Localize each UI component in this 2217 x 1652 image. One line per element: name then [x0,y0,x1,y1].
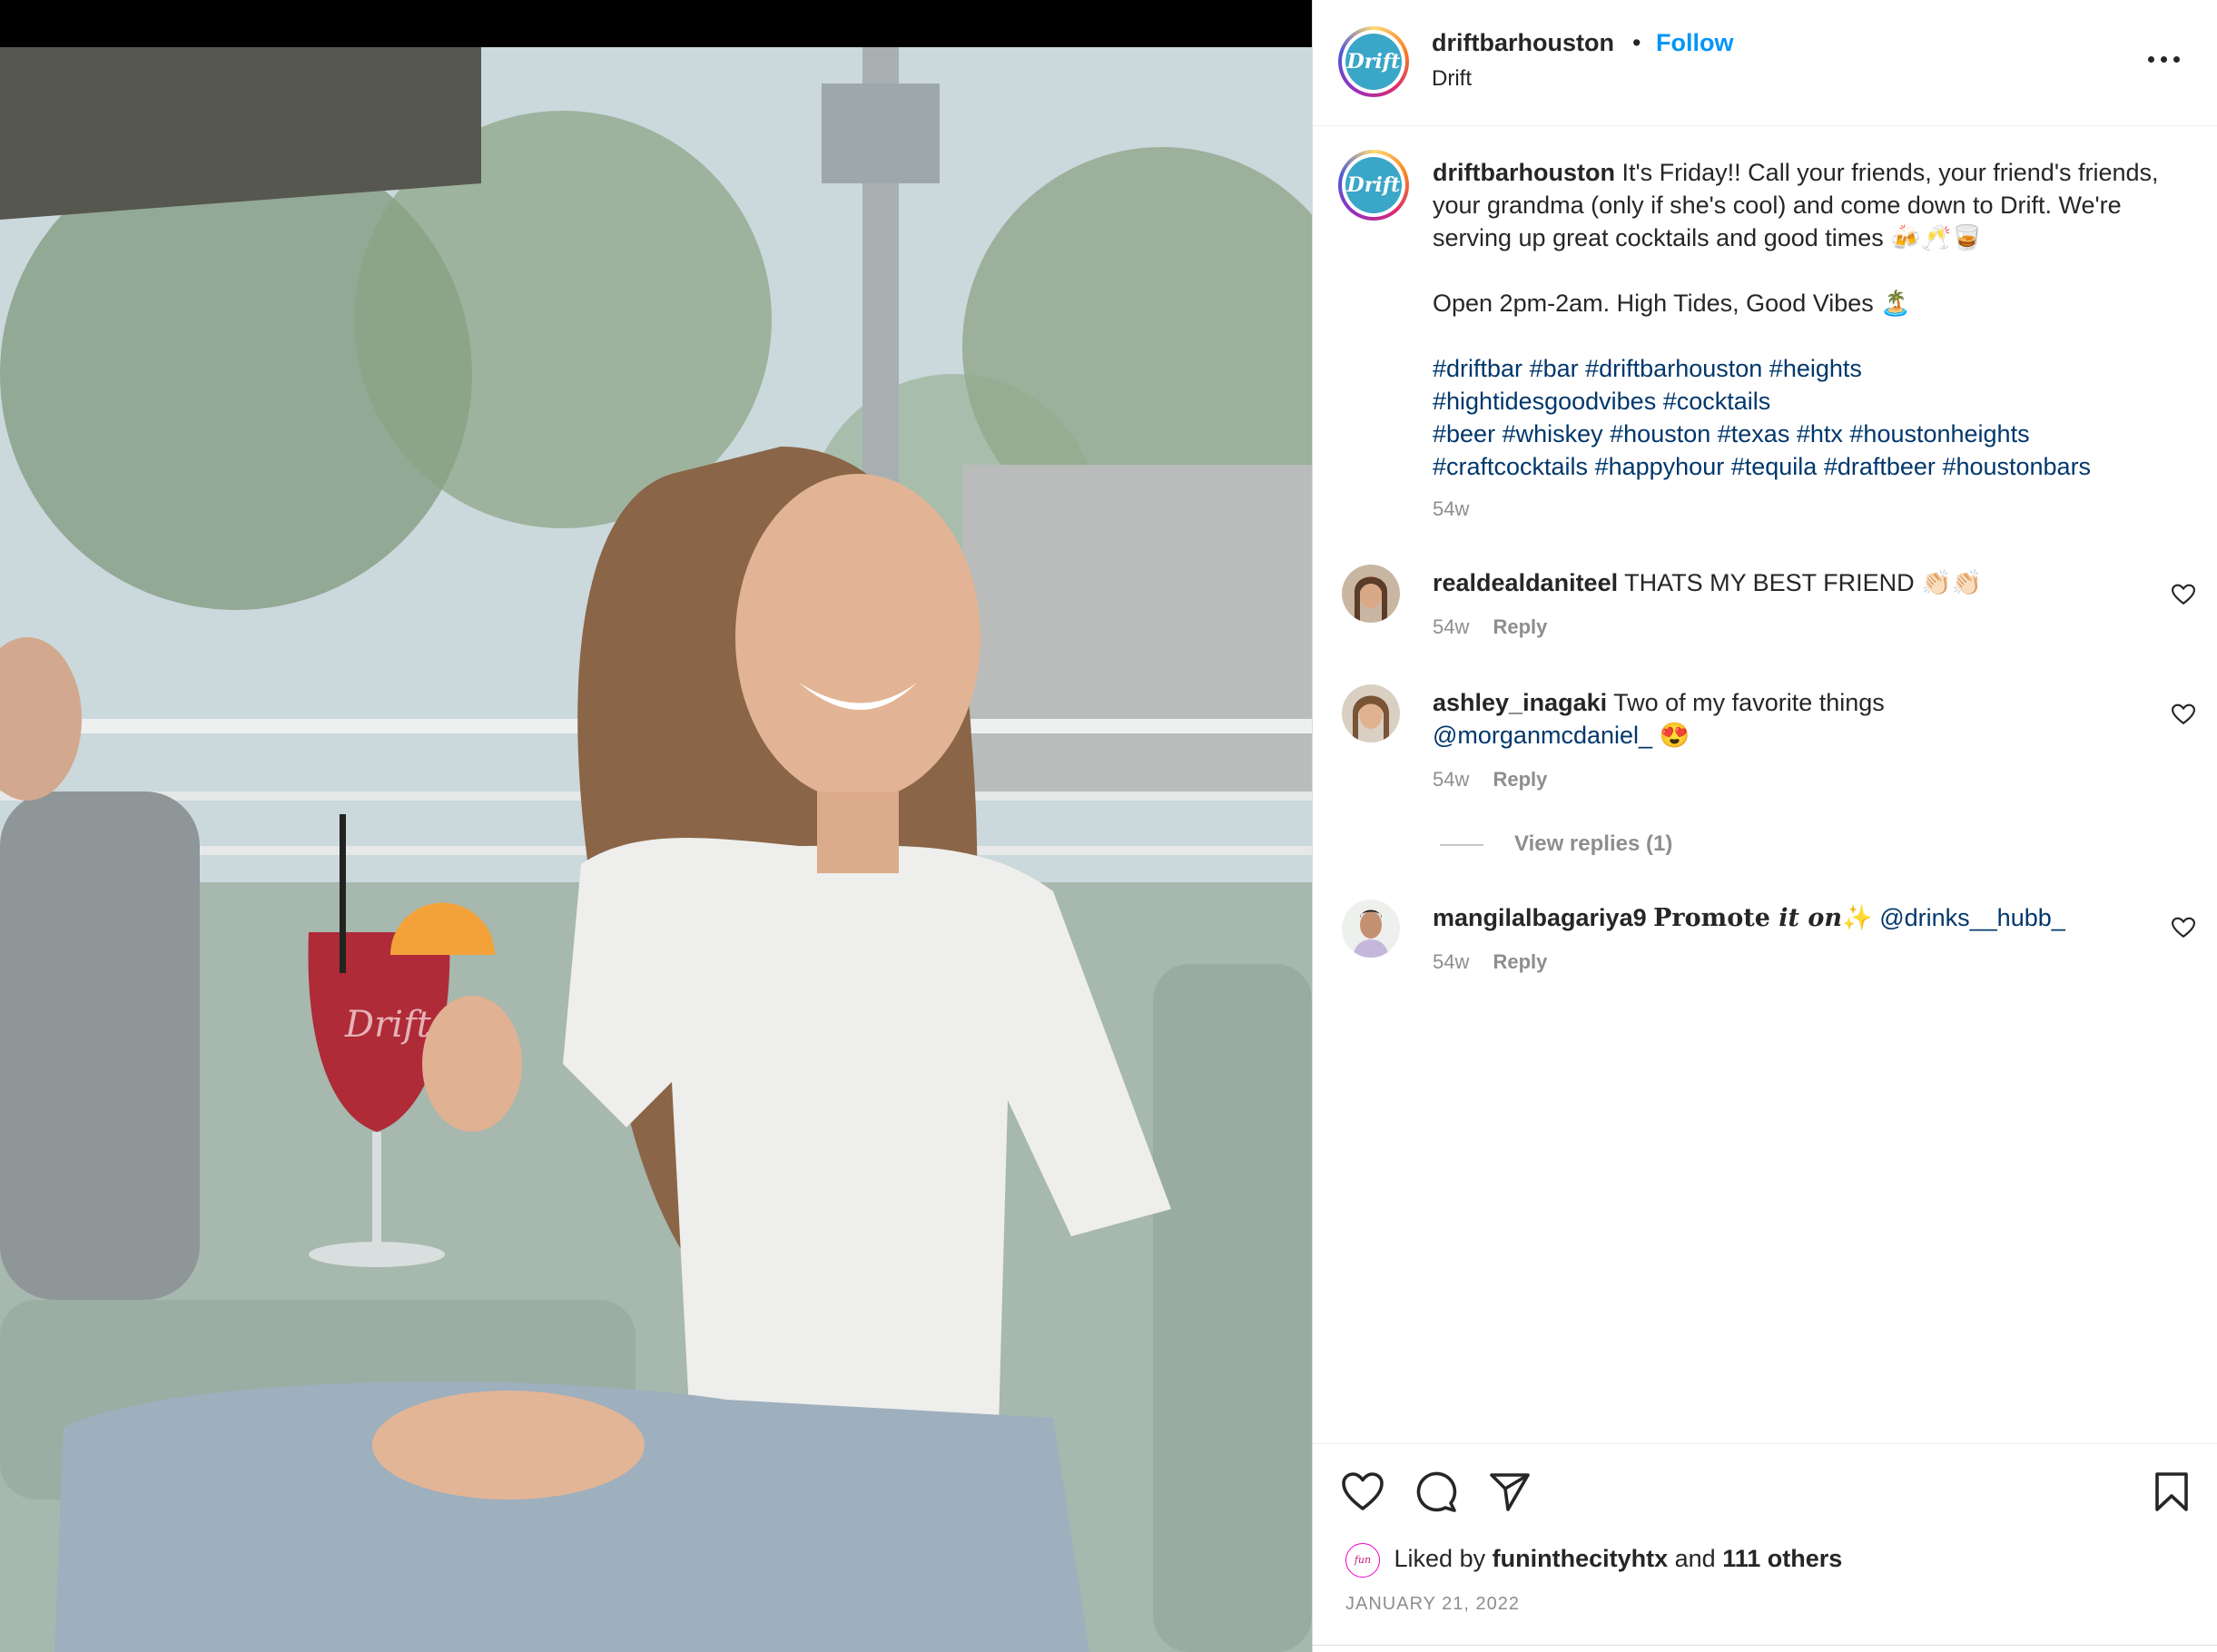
comment-text: THATS MY BEST FRIEND 👏🏻👏🏻 [1624,569,1983,596]
comment-text: Two of my favorite things [1613,689,1885,716]
more-options-icon[interactable] [2148,56,2181,64]
hashtag[interactable]: #hightidesgoodvibes [1433,388,1656,415]
actions-divider [1313,1443,2217,1444]
bottom-border [1313,1645,2217,1646]
header-divider [1313,125,2217,126]
hashtag[interactable]: #cocktails [1663,388,1771,415]
comment-mention[interactable]: @morganmcdaniel_ [1433,722,1652,749]
hashtag[interactable]: #heights [1769,355,1862,382]
like-heart-icon[interactable] [1341,1470,1384,1512]
likes-summary: fun Liked by funinthecityhtx and 111 oth… [1345,1543,1842,1578]
hashtag-line: #beer #whiskey #houston #texas #htx #hou… [1433,418,2186,450]
author-username[interactable]: driftbarhouston [1432,29,1614,57]
like-comment-heart-icon[interactable] [2172,917,2195,939]
bookmark-icon[interactable] [2150,1470,2193,1512]
hashtag[interactable]: #houstonbars [1942,453,2091,480]
avatar-logo-text: Drift [1345,34,1402,90]
caption-hours: Open 2pm-2am. High Tides, Good Vibes 🏝️ [1433,290,1911,317]
post-date[interactable]: JANUARY 21, 2022 [1345,1594,1520,1615]
hashtag[interactable]: #driftbar [1433,355,1522,382]
hashtag-line: #craftcocktails #happyhour #tequila #dra… [1433,450,2186,483]
commenter-avatar[interactable] [1342,900,1400,958]
comment-emoji: 😍 [1659,722,1690,749]
hashtag[interactable]: #happyhour [1595,453,1725,480]
comment-sparkle: ✨ [1842,904,1873,931]
hashtag[interactable]: #beer [1433,420,1495,447]
svg-text:Drift: Drift [344,1004,432,1046]
comment-username[interactable]: realdealdaniteel [1433,569,1618,596]
post-caption: driftbarhouston It's Friday!! Call your … [1433,156,2186,483]
post-photo-panel: Drift [0,0,1312,1652]
commenter-avatar[interactable] [1342,565,1400,623]
share-icon[interactable] [1488,1470,1532,1512]
likes-others-link[interactable]: 111 others [1722,1545,1842,1572]
comment-meta: 54w Reply [1433,768,1547,792]
comment-username[interactable]: mangilalbagariya9 [1433,904,1647,931]
post-photo[interactable]: Drift [0,47,1312,1652]
hashtag[interactable]: #driftbarhouston [1585,355,1762,382]
header-separator: • [1632,29,1641,56]
hashtag[interactable]: #texas [1718,420,1790,447]
comment-body: mangilalbagariya9 Promote it on✨ @drinks… [1433,901,2123,935]
author-avatar[interactable]: Drift [1338,26,1409,97]
hashtag[interactable]: #houstonheights [1849,420,2029,447]
view-replies-line [1440,843,1483,846]
comment-body: ashley_inagaki Two of my favorite things… [1433,686,2123,752]
reply-button[interactable]: Reply [1493,615,1547,638]
hashtag[interactable]: #houston [1610,420,1710,447]
hashtag[interactable]: #tequila [1731,453,1818,480]
commenter-avatar[interactable] [1342,684,1400,742]
comment-meta: 54w Reply [1433,950,1547,974]
post-location[interactable]: Drift [1432,66,1472,92]
comment-mention[interactable]: @drinks__hubb_ [1879,904,2065,931]
hashtag[interactable]: #bar [1530,355,1579,382]
photo-illustration: Drift [0,47,1312,1652]
hashtag[interactable]: #draftbeer [1824,453,1936,480]
reply-button[interactable]: Reply [1493,950,1547,973]
like-comment-heart-icon[interactable] [2172,584,2195,605]
comment-timestamp[interactable]: 54w [1433,768,1469,791]
hashtag-line: #driftbar #bar #driftbarhouston #heights [1433,352,2186,385]
likes-prefix: Liked by [1394,1545,1486,1573]
comment-username[interactable]: ashley_inagaki [1433,689,1607,716]
view-replies-label: View replies (1) [1514,831,1673,856]
caption-avatar[interactable]: Drift [1338,150,1409,221]
like-comment-heart-icon[interactable] [2172,703,2195,725]
hashtag[interactable]: #htx [1797,420,1843,447]
caption-username[interactable]: driftbarhouston [1433,159,1615,186]
comment-body: realdealdaniteel THATS MY BEST FRIEND 👏🏻… [1433,566,2123,599]
liker-username[interactable]: funinthecityhtx [1493,1545,1669,1572]
hashtag[interactable]: #whiskey [1503,420,1603,447]
hashtag[interactable]: #craftcocktails [1433,453,1588,480]
caption-timestamp[interactable]: 54w [1433,497,1469,521]
comment-promote-text: Promote it on [1653,904,1843,932]
caption-avatar-logo-text: Drift [1345,157,1402,213]
comment-timestamp[interactable]: 54w [1433,615,1469,638]
hashtag-line: #hightidesgoodvibes #cocktails [1433,385,2186,418]
view-replies-button[interactable]: View replies (1) [1440,831,1672,857]
comment-meta: 54w Reply [1433,615,1547,639]
post-side-panel: Drift driftbarhouston • Follow Drift Dri… [1312,0,2217,1652]
likes-and: and [1674,1545,1716,1573]
comment-icon[interactable] [1414,1470,1458,1512]
comment-timestamp[interactable]: 54w [1433,950,1469,973]
follow-button[interactable]: Follow [1656,29,1733,57]
liker-avatar[interactable]: fun [1345,1543,1380,1578]
reply-button[interactable]: Reply [1493,768,1547,791]
